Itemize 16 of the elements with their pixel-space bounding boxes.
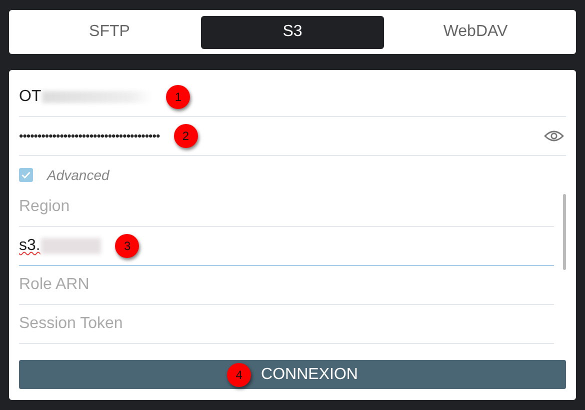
tab[interactable]: S3 xyxy=(201,16,384,48)
input-field[interactable]: •••••••••••••••••••••••••••••••••••••• 2 xyxy=(19,117,566,156)
checkbox-label: Advanced xyxy=(47,167,110,183)
marker-badge: 4 xyxy=(227,362,252,386)
input-field[interactable]: s3. 3 xyxy=(19,227,554,266)
input-field[interactable]: OT 1 xyxy=(19,78,566,117)
eye-icon[interactable] xyxy=(544,130,564,142)
tab[interactable]: WebDAV xyxy=(384,16,567,48)
marker-badge: 1 xyxy=(166,85,190,109)
field-value: s3. xyxy=(19,237,40,255)
connect-button[interactable]: 4 CONNEXION xyxy=(19,360,566,389)
marker-badge: 3 xyxy=(115,234,140,258)
checkbox[interactable] xyxy=(19,168,33,182)
marker-badge: 2 xyxy=(174,124,198,148)
scrollbar-thumb[interactable] xyxy=(563,194,566,270)
tab[interactable]: SFTP xyxy=(18,16,201,48)
